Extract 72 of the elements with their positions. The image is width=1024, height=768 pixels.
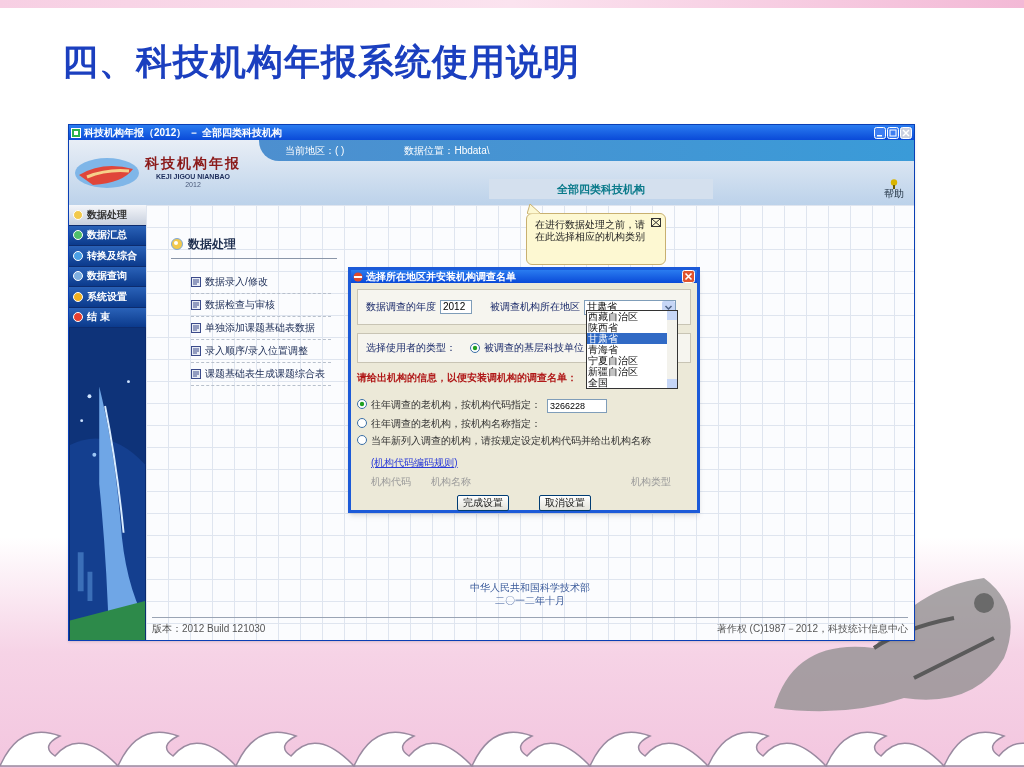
radio-button[interactable] [357,435,367,445]
close-button[interactable] [900,126,912,139]
menu-link[interactable]: 课题基础表生成课题综合表 [205,369,325,379]
dropdown-option[interactable]: 全国 [587,377,667,388]
window-title: 科技机构年报（2012） － 全部四类科技机构 [84,127,282,138]
radio-button[interactable] [357,418,367,428]
dropdown-option[interactable]: 宁夏自治区 [587,355,667,366]
circle-icon [73,250,83,261]
help-button[interactable]: 帮助 [884,189,904,199]
year-field[interactable]: 2012 [440,300,472,314]
circle-icon [171,238,183,250]
radio-label: 往年调查的老机构，按机构名称指定： [371,418,541,430]
current-region-label: 当前地区：( ) [285,145,345,156]
close-icon[interactable] [651,218,661,227]
minimize-button[interactable] [874,126,886,139]
sidebar-item[interactable]: 数据处理 [69,205,146,225]
region-label: 被调查机构所在地区 [490,302,580,312]
document-icon [191,323,201,333]
radio-label: 当年新列入调查的机构，请按规定设定机构代码并给出机构名称 [371,435,651,447]
radio-label: 被调查的基层科技单位 [484,343,584,353]
document-icon [191,346,201,356]
date-text: 二〇一二年十月 [495,594,565,607]
radio-button[interactable] [357,399,367,409]
scrollbar[interactable] [667,311,677,388]
dialog-button[interactable]: 取消设置 [539,495,591,511]
organization-text: 中华人民共和国科学技术部 [470,582,590,595]
sidebar-item[interactable]: 数据汇总 [69,225,146,245]
dropdown-option[interactable]: 青海省 [587,344,667,355]
data-location-label: 数据位置：Hbdata\ [404,145,490,156]
banner-label: 全部四类科技机构 [489,179,713,199]
rules-link[interactable]: (机构代码编码规则) [371,457,458,468]
sidebar-item[interactable]: 数据查询 [69,266,146,286]
dialog-button[interactable]: 完成设置 [457,495,509,511]
column-header: 机构代码 [371,477,412,487]
menu-link[interactable]: 数据检查与审核 [205,300,275,310]
document-icon [191,369,201,379]
version-text: 版本：2012 Build 121030 [152,624,266,634]
user-type-label: 选择使用者的类型： [366,343,456,353]
column-header: 机构名称 [431,477,472,487]
circle-icon [73,312,83,323]
lightbulb-icon[interactable] [890,179,898,189]
circle-icon [73,291,83,302]
menu-link[interactable]: 单独添加课题基础表数据 [205,323,315,333]
radio-label: 往年调查的老机构，按机构代码指定： [371,399,541,411]
sidebar-item[interactable]: 结 束 [69,307,146,327]
instruction-text: 请给出机构的信息，以便安装调机构的调查名单： [357,373,577,383]
circle-icon [73,230,83,241]
close-button[interactable] [682,270,695,283]
code-field[interactable]: 3266228 [547,399,607,413]
app-icon [71,127,81,138]
dropdown-option[interactable]: 新疆自治区 [587,366,667,377]
menu-link[interactable]: 录入顺序/录入位置调整 [205,346,308,356]
section-heading: 数据处理 [188,236,236,253]
circle-icon [73,209,83,220]
document-icon [191,300,201,310]
dropdown-option[interactable]: 陕西省 [587,322,667,333]
maximize-button[interactable] [887,126,899,139]
document-icon [191,277,201,287]
sidebar-item[interactable]: 系统设置 [69,287,146,307]
year-label: 数据调查的年度 [366,302,436,312]
dropdown-option[interactable]: 甘肃省 [587,333,667,344]
tooltip-text: 在进行数据处理之前，请在此选择相应的机构类别 [535,219,645,242]
slide-title: 四、科技机构年报系统使用说明 [62,44,581,80]
radio-button[interactable] [470,343,480,353]
logo-title: 科技机构年报 [145,155,241,173]
copyright-text: 著作权 (C)1987－2012，科技统计信息中心 [716,624,908,634]
app-icon [353,271,363,282]
dialog-title: 选择所在地区并安装机构调查名单 [366,271,516,282]
column-header: 机构类型 [631,477,671,487]
circle-icon [73,271,83,282]
menu-link[interactable]: 数据录入/修改 [205,277,268,287]
sidebar-item[interactable]: 转换及综合 [69,246,146,266]
